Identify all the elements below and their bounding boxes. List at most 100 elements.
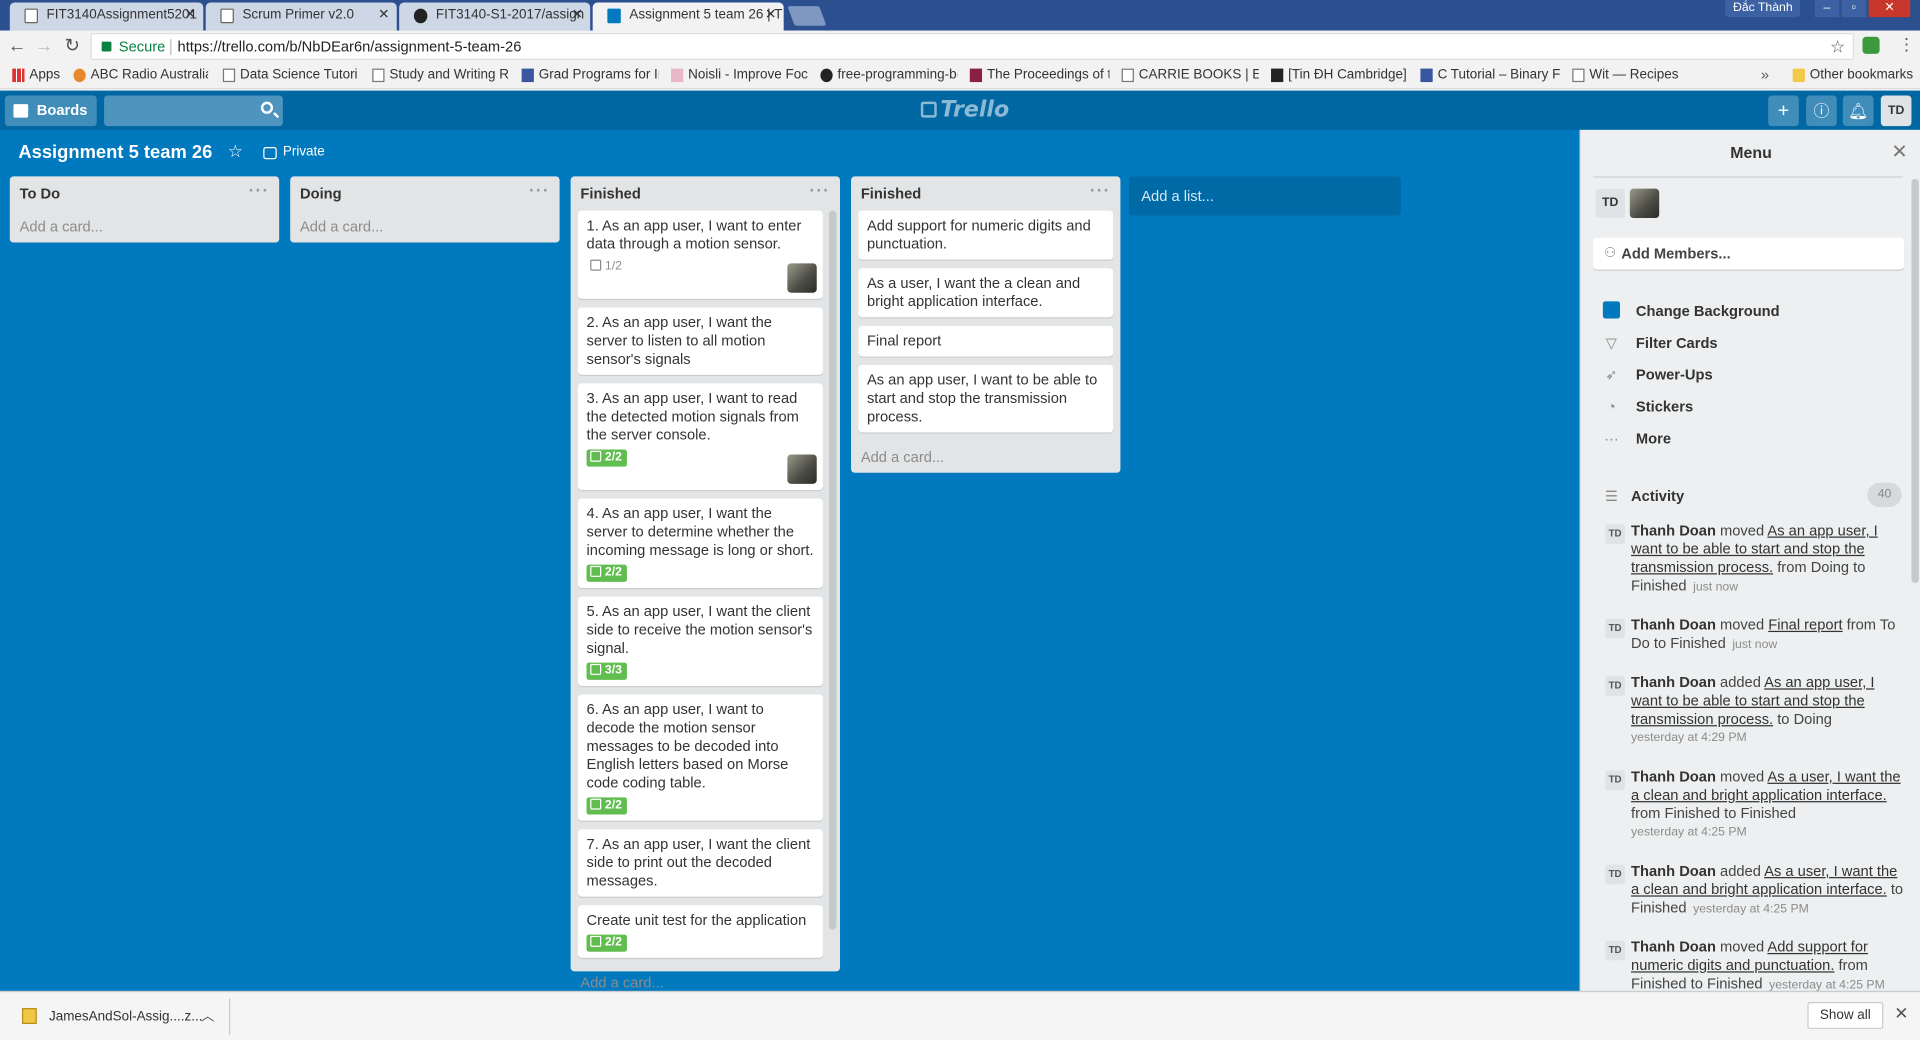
- url-text[interactable]: https://trello.com/b/NbDEar6n/assignment…: [178, 34, 522, 60]
- close-tab-icon[interactable]: ✕: [572, 2, 583, 28]
- browser-tab[interactable]: FIT3140Assignment5201 ✕: [9, 2, 204, 31]
- card[interactable]: Final report: [858, 325, 1114, 357]
- trello-logo[interactable]: Trello: [920, 97, 1009, 124]
- minimize-icon[interactable]: –: [1814, 0, 1840, 18]
- card[interactable]: 3. As an app user, I want to read the de…: [577, 383, 823, 490]
- list-header[interactable]: To Do ···: [10, 176, 279, 210]
- star-icon[interactable]: ☆: [228, 141, 243, 162]
- card[interactable]: Create unit test for the application 2/2: [577, 905, 823, 958]
- activity-time[interactable]: yesterday at 4:25 PM: [1631, 823, 1905, 841]
- close-tab-icon[interactable]: ✕: [185, 2, 196, 28]
- bookmark-star-icon[interactable]: ☆: [1830, 34, 1845, 58]
- activity-user[interactable]: Thanh Doan: [1631, 938, 1716, 955]
- list-header[interactable]: Doing ···: [290, 176, 559, 210]
- activity-user[interactable]: Thanh Doan: [1631, 616, 1716, 633]
- activity-user[interactable]: Thanh Doan: [1631, 768, 1716, 785]
- bookmark-item[interactable]: CARRIE BOOKS | E-bo: [1119, 62, 1259, 86]
- list-header[interactable]: Finished ···: [851, 176, 1120, 210]
- activity-time[interactable]: just now: [1693, 581, 1738, 594]
- member-avatar[interactable]: [1629, 188, 1660, 219]
- list-title[interactable]: Finished: [861, 185, 921, 202]
- activity-avatar[interactable]: TD: [1605, 618, 1625, 639]
- forward-icon[interactable]: →: [33, 36, 55, 58]
- bookmark-item[interactable]: [Tin ĐH Cambridge] K: [1269, 62, 1408, 86]
- card[interactable]: Add support for numeric digits and punct…: [858, 210, 1114, 260]
- bookmark-item[interactable]: The Proceedings of th: [967, 62, 1109, 86]
- add-card-button[interactable]: Add a card...: [10, 211, 279, 243]
- browser-tab[interactable]: Scrum Primer v2.0 ✕: [205, 2, 397, 31]
- back-icon[interactable]: ←: [6, 36, 28, 58]
- chevron-up-icon[interactable]: ︿: [201, 998, 214, 1035]
- profile-button[interactable]: Đắc Thành: [1725, 0, 1801, 18]
- card[interactable]: 1. As an app user, I want to enter data …: [577, 210, 823, 299]
- list-title[interactable]: To Do: [20, 185, 61, 202]
- notifications-icon[interactable]: 🔔︎: [1842, 95, 1874, 127]
- maximize-icon[interactable]: ▫: [1841, 0, 1867, 18]
- activity-user[interactable]: Thanh Doan: [1631, 862, 1716, 879]
- add-list-button[interactable]: Add a list...: [1128, 176, 1401, 216]
- activity-avatar[interactable]: TD: [1605, 770, 1625, 791]
- activity-time[interactable]: yesterday at 4:25 PM: [1693, 903, 1809, 916]
- add-card-button[interactable]: Add a card...: [851, 441, 1120, 473]
- activity-card-link[interactable]: Final report: [1768, 616, 1842, 633]
- card[interactable]: As a user, I want the a clean and bright…: [858, 268, 1114, 318]
- search-input[interactable]: [104, 95, 283, 127]
- info-icon[interactable]: ⓘ: [1806, 95, 1837, 127]
- add-card-button[interactable]: Add a card...: [290, 211, 559, 243]
- more-bookmarks-icon[interactable]: »: [1761, 62, 1769, 86]
- card[interactable]: 5. As an app user, I want the client sid…: [577, 596, 823, 686]
- bookmark-item[interactable]: Grad Programs for Int: [519, 62, 659, 86]
- list-menu-icon[interactable]: ···: [529, 173, 550, 207]
- activity-avatar[interactable]: TD: [1605, 940, 1625, 961]
- activity-user[interactable]: Thanh Doan: [1631, 674, 1716, 691]
- show-all-button[interactable]: Show all: [1807, 1001, 1884, 1029]
- more-item[interactable]: More: [1636, 430, 1671, 447]
- bookmark-item[interactable]: free-programming-bo: [818, 62, 958, 86]
- list-menu-icon[interactable]: ···: [249, 173, 270, 207]
- card[interactable]: 6. As an app user, I want to decode the …: [577, 694, 823, 821]
- list-scrollbar[interactable]: [828, 210, 837, 930]
- card[interactable]: 7. As an app user, I want the client sid…: [577, 829, 823, 897]
- list-header[interactable]: Finished ···: [571, 176, 840, 210]
- close-icon[interactable]: ✕: [1891, 140, 1907, 164]
- bookmark-item[interactable]: Noisli - Improve Focu: [669, 62, 808, 86]
- board-title[interactable]: Assignment 5 team 26: [18, 142, 212, 163]
- close-window-icon[interactable]: ✕: [1868, 0, 1911, 18]
- close-tab-icon[interactable]: ✕: [765, 2, 776, 28]
- browser-tab[interactable]: FIT3140-S1-2017/assign ✕: [399, 2, 591, 31]
- activity-time[interactable]: just now: [1732, 638, 1777, 651]
- bookmark-item[interactable]: C Tutorial – Binary File: [1418, 62, 1560, 86]
- add-icon[interactable]: +: [1768, 95, 1799, 127]
- activity-avatar[interactable]: TD: [1605, 676, 1625, 696]
- list-menu-icon[interactable]: ···: [1090, 173, 1111, 207]
- board-visibility[interactable]: Private: [263, 145, 325, 160]
- omnibox[interactable]: Secure https://trello.com/b/NbDEar6n/ass…: [90, 33, 1854, 61]
- close-tab-icon[interactable]: ✕: [378, 2, 389, 28]
- card[interactable]: 2. As an app user, I want the server to …: [577, 307, 823, 375]
- bookmark-item[interactable]: ABC Radio Australia |: [71, 62, 208, 86]
- add-members-button[interactable]: Add Members...: [1593, 237, 1905, 270]
- browser-menu-icon[interactable]: ⋮: [1898, 34, 1915, 55]
- card[interactable]: As an app user, I want to be able to sta…: [858, 365, 1114, 433]
- activity-avatar[interactable]: TD: [1605, 524, 1625, 544]
- activity-avatar[interactable]: TD: [1605, 864, 1625, 885]
- bookmark-item[interactable]: Wit — Recipes: [1570, 62, 1692, 86]
- download-item[interactable]: JamesAndSol-Assig....z... ︿: [10, 998, 231, 1036]
- boards-button[interactable]: Boards: [4, 95, 98, 127]
- filter-cards-item[interactable]: Filter Cards: [1636, 334, 1718, 351]
- member-avatar[interactable]: [787, 263, 817, 293]
- extension-icon[interactable]: [1862, 36, 1880, 54]
- new-tab-button[interactable]: [787, 6, 827, 26]
- other-bookmarks[interactable]: Other bookmarks: [1790, 62, 1920, 86]
- activity-time[interactable]: yesterday at 4:29 PM: [1631, 729, 1905, 747]
- card[interactable]: 4. As an app user, I want the server to …: [577, 498, 823, 588]
- browser-tab-active[interactable]: Assignment 5 team 26 | T ✕: [592, 2, 784, 31]
- list-title[interactable]: Finished: [580, 185, 640, 202]
- reload-icon[interactable]: ↻: [61, 36, 83, 58]
- search-icon[interactable]: [260, 101, 274, 114]
- activity-user[interactable]: Thanh Doan: [1631, 522, 1716, 539]
- close-icon[interactable]: ✕: [1894, 1003, 1908, 1024]
- list-menu-icon[interactable]: ···: [809, 173, 830, 207]
- bookmark-item[interactable]: Study and Writing Re: [370, 62, 509, 86]
- change-background-item[interactable]: Change Background: [1636, 303, 1780, 320]
